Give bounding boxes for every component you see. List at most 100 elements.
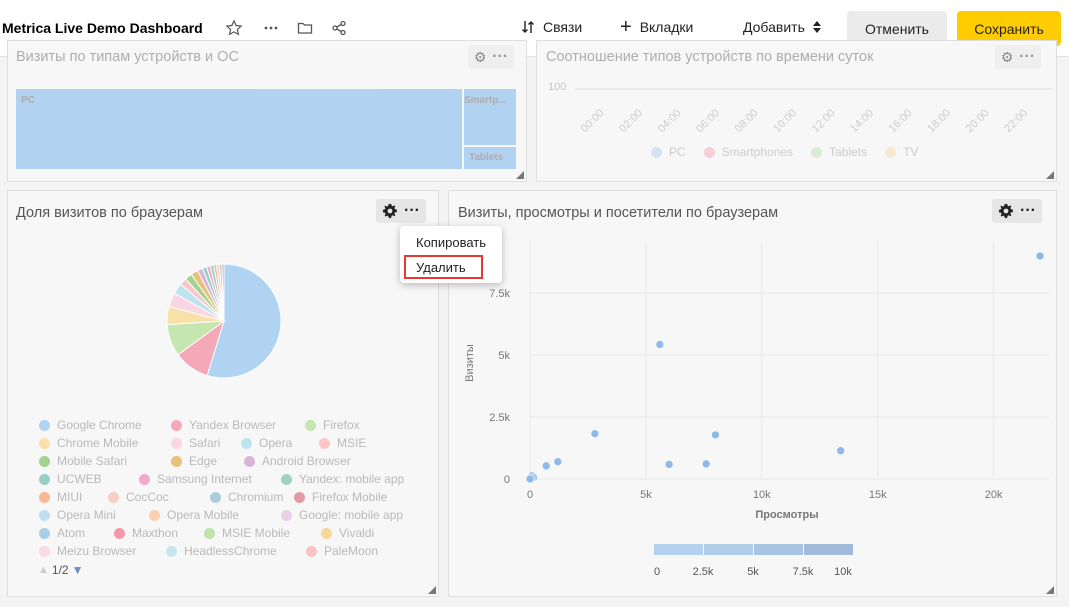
share-icon[interactable] [331, 20, 347, 36]
pager-down-icon[interactable]: ▼ [72, 563, 84, 577]
legend-label: Samsung Internet [157, 472, 252, 486]
legend-dot [39, 527, 50, 539]
legend-item[interactable]: Opera Mobile [149, 508, 239, 522]
copy-menu-item[interactable]: Копировать [416, 235, 486, 250]
links-label: Связи [543, 19, 583, 35]
legend-item[interactable]: MIUI [39, 490, 82, 504]
pager-up-icon[interactable]: ▲ [38, 564, 49, 576]
treemap-cell-tablets: Tablets [464, 147, 516, 169]
legend-dot [39, 491, 50, 503]
legend-dot [39, 545, 50, 557]
legend-label: Opera Mini [57, 508, 116, 522]
legend-dot [39, 455, 50, 467]
legend-dot [241, 437, 252, 449]
legend-dot [651, 146, 662, 158]
widget-controls[interactable]: ⚙ ··· [995, 45, 1041, 69]
tabs-button[interactable]: + Вкладки [620, 17, 693, 37]
star-icon[interactable] [225, 19, 243, 37]
legend-dot [244, 455, 255, 467]
resize-handle[interactable] [1046, 171, 1054, 179]
legend-item[interactable]: Mobile Safari [39, 454, 127, 468]
device-time-legend: PC Smartphones Tablets TV [651, 145, 918, 159]
legend-item[interactable]: PC [651, 145, 686, 159]
scatter-point[interactable] [664, 460, 674, 469]
legend-item[interactable]: Google Chrome [39, 418, 142, 432]
more-icon[interactable]: ··· [1019, 49, 1035, 65]
x-tick-label: 10:00 [771, 107, 799, 135]
legend-item[interactable]: HeadlessChrome [166, 544, 277, 558]
legend-label: UCWEB [57, 472, 102, 486]
legend-label: Edge [189, 454, 218, 468]
legend-item[interactable]: Vivaldi [321, 526, 374, 540]
legend-item[interactable]: MSIE [319, 436, 366, 450]
scatter-point[interactable] [701, 459, 711, 469]
legend-label: MSIE [337, 436, 367, 450]
legend-item[interactable]: Yandex: mobile app [281, 472, 404, 486]
legend-item[interactable]: Samsung Internet [139, 472, 252, 486]
resize-handle[interactable] [1046, 586, 1054, 594]
gear-icon[interactable]: ⚙ [474, 49, 487, 66]
add-dropdown[interactable]: Добавить [743, 19, 822, 35]
legend-item[interactable]: Google: mobile app [281, 508, 403, 522]
treemap-cell-pc: PC [16, 89, 462, 169]
dashboard-title: Metrica Live Demo Dashboard [2, 20, 203, 36]
legend-item[interactable]: CocCoc [108, 490, 169, 504]
gear-icon[interactable] [382, 203, 398, 219]
legend-dot [39, 509, 50, 521]
legend-dot [281, 473, 292, 485]
color-scale-label: 2.5k [693, 566, 714, 578]
scatter-point[interactable] [711, 430, 720, 440]
delete-highlight-box [404, 255, 483, 279]
legend-item[interactable]: Opera [241, 436, 292, 450]
folder-icon[interactable] [297, 20, 313, 36]
scatter-point[interactable] [525, 474, 535, 484]
legend-item[interactable]: Android Browser [244, 454, 351, 468]
links-button[interactable]: Связи [520, 19, 582, 35]
color-scale-label: 5k [747, 566, 759, 578]
legend-item[interactable]: Atom [39, 526, 85, 540]
scatter-point[interactable] [553, 457, 563, 466]
more-icon[interactable] [263, 20, 279, 36]
scatter-point[interactable] [541, 461, 551, 471]
scatter-point[interactable] [590, 429, 600, 438]
legend-item[interactable]: Yandex Browser [171, 418, 276, 432]
scatter-point[interactable] [655, 340, 665, 349]
widget-controls[interactable]: ··· [376, 199, 426, 223]
x-tick-label: 04:00 [656, 107, 684, 135]
legend-item[interactable]: Firefox Mobile [294, 490, 387, 504]
gear-icon[interactable]: ⚙ [1001, 49, 1014, 66]
more-icon[interactable]: ··· [492, 49, 508, 65]
legend-item[interactable]: TV [885, 145, 918, 159]
legend-dot [39, 437, 50, 449]
legend-label: Yandex Browser [189, 418, 277, 432]
legend-item[interactable]: Tablets [811, 145, 867, 159]
legend-item[interactable]: MSIE Mobile [204, 526, 290, 540]
color-scale-label: 7.5k [793, 566, 814, 578]
legend-item[interactable]: Chrome Mobile [39, 436, 138, 450]
color-scale-label: 0 [654, 566, 660, 578]
legend-item[interactable]: Meizu Browser [39, 544, 136, 558]
legend-label: Safari [189, 436, 221, 450]
legend-item[interactable]: Opera Mini [39, 508, 116, 522]
legend-item[interactable]: Chromium [210, 490, 283, 504]
scatter-chart: 0 5k 10k 15k 20k 0 2.5k 5k 7.5k Визиты Просмотры 0 2… [464, 241, 1049, 578]
resize-handle[interactable] [516, 171, 524, 179]
more-icon[interactable]: ··· [404, 203, 420, 219]
legend-item[interactable]: UCWEB [39, 472, 102, 486]
widget-controls[interactable]: ⚙ ··· [468, 45, 514, 69]
scatter-point[interactable] [1035, 251, 1045, 261]
legend-item[interactable]: Safari [171, 436, 220, 450]
y-tick-label: 0 [504, 474, 510, 486]
y-tick-label: 5k [498, 350, 510, 362]
legend-item[interactable]: Smartphones [703, 145, 793, 159]
legend-label: PaleMoon [324, 544, 379, 558]
scatter-point[interactable] [836, 446, 845, 456]
legend-dot [171, 437, 182, 449]
legend-item[interactable]: Maxthon [114, 526, 178, 540]
color-scale-segment [654, 544, 703, 555]
widget-browser-share: Доля визитов по браузерам ··· Google Chr… [7, 190, 439, 597]
resize-handle[interactable] [428, 586, 436, 594]
legend-item[interactable]: Edge [171, 454, 217, 468]
legend-item[interactable]: PaleMoon [306, 544, 378, 558]
legend-item[interactable]: Firefox [305, 418, 360, 432]
